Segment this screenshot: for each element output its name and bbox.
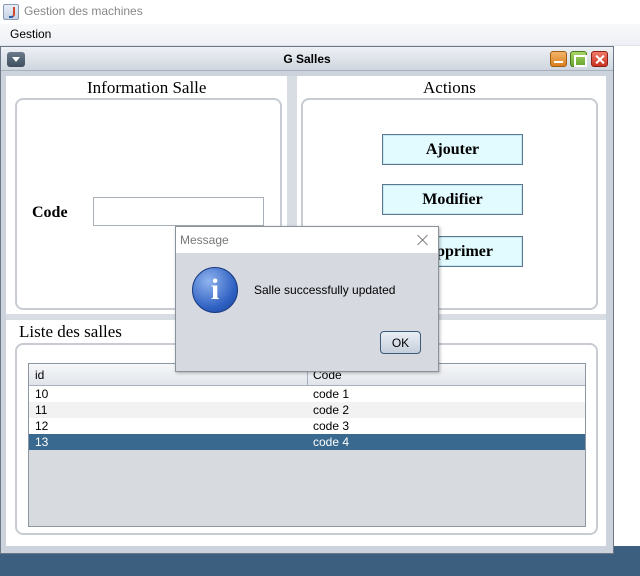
cell-id: 10 bbox=[35, 387, 49, 401]
ajouter-button[interactable]: Ajouter bbox=[382, 134, 523, 165]
code-input[interactable] bbox=[93, 197, 264, 226]
cell-id: 11 bbox=[35, 403, 48, 417]
table-row[interactable]: 11 code 2 bbox=[29, 402, 585, 418]
dialog-message: Salle successfully updated bbox=[254, 283, 396, 297]
frame-title: G Salles bbox=[283, 52, 331, 66]
java-app-icon bbox=[3, 4, 19, 20]
cell-code: code 3 bbox=[313, 419, 350, 433]
table-row[interactable]: 10 code 1 bbox=[29, 386, 585, 402]
maximize-icon[interactable] bbox=[570, 51, 587, 67]
supprimer-button-label: pprimer bbox=[436, 242, 493, 260]
code-label: Code bbox=[32, 204, 68, 221]
dialog-titlebar[interactable]: Message bbox=[176, 227, 438, 253]
menubar: Gestion bbox=[0, 24, 640, 46]
dialog-close-icon[interactable] bbox=[416, 233, 430, 247]
message-dialog: Message i Salle successfully updated OK bbox=[175, 226, 439, 372]
ok-button[interactable]: OK bbox=[380, 331, 421, 354]
info-panel-title: Information Salle bbox=[87, 78, 207, 97]
app-title: Gestion des machines bbox=[24, 4, 143, 18]
column-header-id[interactable]: id bbox=[35, 368, 44, 382]
modifier-button[interactable]: Modifier bbox=[382, 184, 523, 215]
frame-titlebar[interactable]: G Salles bbox=[1, 47, 613, 71]
actions-panel-title: Actions bbox=[423, 78, 476, 97]
cell-code: code 4 bbox=[313, 435, 350, 449]
table-row-selected[interactable]: 13 code 4 bbox=[29, 434, 585, 450]
cell-id: 13 bbox=[35, 435, 49, 449]
list-panel-title: Liste des salles bbox=[19, 322, 122, 341]
dialog-title: Message bbox=[180, 233, 229, 247]
app-titlebar: Gestion des machines bbox=[0, 0, 640, 24]
table-row[interactable]: 12 code 3 bbox=[29, 418, 585, 434]
close-icon[interactable] bbox=[591, 51, 608, 67]
cell-code: code 2 bbox=[313, 403, 350, 417]
cell-code: code 1 bbox=[313, 387, 350, 401]
minimize-icon[interactable] bbox=[550, 51, 567, 67]
cell-id: 12 bbox=[35, 419, 49, 433]
information-icon: i bbox=[192, 267, 238, 313]
menu-gestion[interactable]: Gestion bbox=[10, 27, 51, 41]
salles-table: id Code 10 code 1 11 code 2 12 code 3 13… bbox=[28, 363, 586, 527]
